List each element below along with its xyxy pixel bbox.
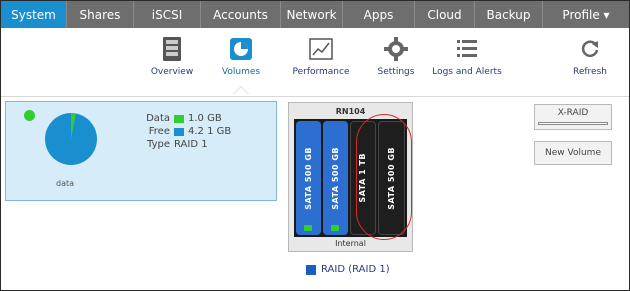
volume-info: Data 1.0 GB Free 4.2 1 GB Type RAID 1 <box>136 112 231 151</box>
disk-label: SATA 500 GB <box>303 146 313 210</box>
data-label: Data <box>146 113 170 124</box>
tab-backup[interactable]: Backup <box>475 1 543 28</box>
disk-led <box>331 225 340 231</box>
volume-usage-pie <box>45 113 97 165</box>
tab-iscsi[interactable]: iSCSI <box>134 1 201 28</box>
tab-network[interactable]: Network <box>281 1 343 28</box>
type-value: RAID 1 <box>174 139 208 150</box>
raid-label: RAID (RAID 1) <box>321 264 390 275</box>
free-label: Free <box>148 126 170 137</box>
volume-card[interactable]: data Data 1.0 GB Free 4.2 1 GB Type RAID… <box>5 101 277 201</box>
logs-icon <box>422 34 512 64</box>
tab-shares[interactable]: Shares <box>67 1 134 28</box>
toolbar-refresh[interactable]: Refresh <box>555 34 625 77</box>
toolbar-logs[interactable]: Logs and Alerts <box>422 34 512 77</box>
data-swatch <box>174 114 184 123</box>
volume-free-row: Free 4.2 1 GB <box>136 125 231 138</box>
tab-accounts[interactable]: Accounts <box>201 1 281 28</box>
enclosure-label: Internal <box>335 239 366 248</box>
sub-toolbar: Overview Volumes Performance Settings Lo… <box>1 28 629 96</box>
disk-led <box>304 225 313 231</box>
top-nav: System Shares iSCSI Accounts Network App… <box>1 1 629 28</box>
disk-label: SATA 500 GB <box>330 146 340 210</box>
xraid-button[interactable]: X-RAID <box>534 104 612 130</box>
tab-profile[interactable]: Profile ▾ <box>543 1 629 28</box>
raid-swatch <box>306 264 316 275</box>
toolbar-refresh-label: Refresh <box>573 67 607 77</box>
disk-bay-1[interactable]: SATA 500 GB <box>296 121 321 235</box>
tab-apps[interactable]: Apps <box>343 1 415 28</box>
active-tab-caret <box>233 86 249 94</box>
toolbar-logs-label: Logs and Alerts <box>432 67 502 77</box>
raid-legend: RAID (RAID 1) <box>306 264 390 275</box>
tab-system[interactable]: System <box>1 1 67 28</box>
free-swatch <box>174 127 184 136</box>
divider <box>1 96 629 97</box>
volume-type-row: Type RAID 1 <box>136 138 231 151</box>
volume-name: data <box>56 179 75 188</box>
xraid-toggle-bar <box>538 122 608 125</box>
data-value: 1.0 GB <box>188 113 222 124</box>
volume-status-dot <box>24 110 35 121</box>
volume-data-row: Data 1.0 GB <box>136 112 231 125</box>
xraid-label: X-RAID <box>557 108 589 118</box>
tab-cloud[interactable]: Cloud <box>415 1 475 28</box>
toolbar-volumes-label: Volumes <box>221 67 261 77</box>
refresh-icon <box>555 34 625 64</box>
type-label: Type <box>147 139 170 150</box>
enclosure-title: RN104 <box>335 107 366 116</box>
new-volume-button[interactable]: New Volume <box>534 141 612 165</box>
disk-highlight-annotation <box>356 114 412 240</box>
toolbar-volumes[interactable]: Volumes <box>196 34 286 77</box>
free-value: 4.2 1 GB <box>188 126 232 137</box>
volumes-icon <box>196 34 286 64</box>
disk-bay-2[interactable]: SATA 500 GB <box>322 121 348 235</box>
